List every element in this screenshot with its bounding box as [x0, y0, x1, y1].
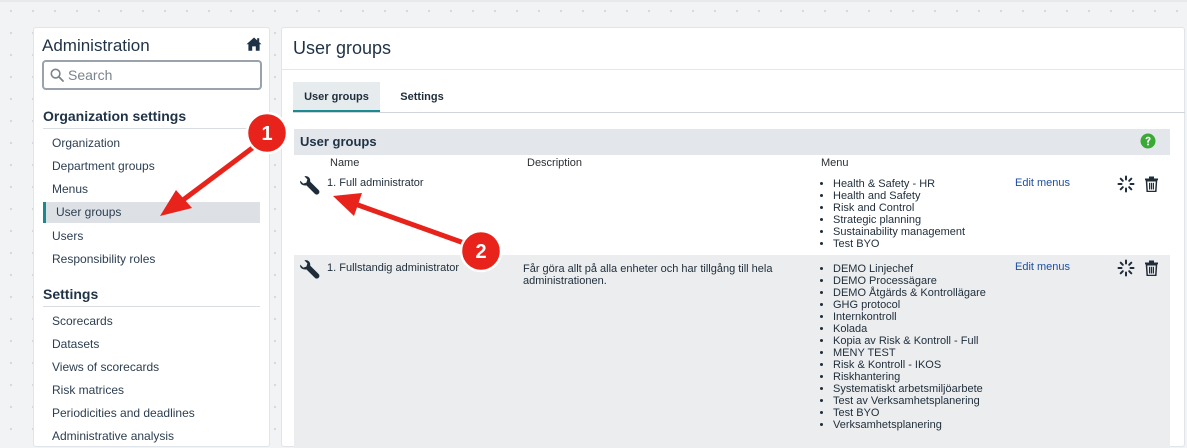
- trash-icon[interactable]: [1144, 260, 1159, 276]
- list-item: Sustainability management: [833, 226, 965, 238]
- list-item: Kolada: [833, 323, 986, 335]
- group-name[interactable]: 1. Full administrator: [327, 177, 424, 189]
- search-icon: [50, 68, 64, 82]
- sidebar-item-menus[interactable]: Menus: [43, 179, 260, 200]
- column-header-menu: Menu: [821, 157, 849, 169]
- sidebar-item-risk-matrices[interactable]: Risk matrices: [43, 380, 260, 401]
- section-heading-settings: Settings: [43, 286, 260, 307]
- sidebar-item-organization[interactable]: Organization: [43, 133, 260, 154]
- group-description: Får göra allt på alla enheter och har ti…: [523, 263, 773, 287]
- sidebar-item-user-groups[interactable]: User groups: [43, 202, 260, 223]
- spinner-icon[interactable]: [1117, 175, 1135, 193]
- panel-title: User groups: [300, 134, 377, 149]
- list-item: GHG protocol: [833, 299, 986, 311]
- sidebar-item-views-of-scorecards[interactable]: Views of scorecards: [43, 357, 260, 378]
- search-input[interactable]: [68, 65, 256, 85]
- list-item: Systematiskt arbetsmiljöarbete: [833, 383, 986, 395]
- spinner-icon[interactable]: [1117, 259, 1135, 277]
- list-item: Health & Safety - HR: [833, 178, 965, 190]
- list-item: MENY TEST: [833, 347, 986, 359]
- list-item: Riskhantering: [833, 371, 986, 383]
- menu-list: DEMO Linjechef DEMO Processägare DEMO Åt…: [818, 263, 986, 431]
- user-groups-panel-header: User groups: [294, 129, 1170, 155]
- group-name[interactable]: 1. Fullstandig administrator: [327, 262, 459, 274]
- sidebar-item-responsibility-roles[interactable]: Responsibility roles: [43, 249, 260, 270]
- menu-list: Health & Safety - HR Health and Safety R…: [818, 178, 965, 250]
- sidebar-item-department-groups[interactable]: Department groups: [43, 156, 260, 177]
- admin-sidebar: Administration Organization settings Org…: [33, 27, 270, 447]
- list-item: DEMO Linjechef: [833, 263, 986, 275]
- sidebar-item-administrative-analysis[interactable]: Administrative analysis: [43, 426, 260, 447]
- list-item: Risk & Kontroll - IKOS: [833, 359, 986, 371]
- list-item: Test av Verksamhetsplanering: [833, 395, 986, 407]
- list-item: DEMO Processägare: [833, 275, 986, 287]
- tab-bar: User groups Settings: [293, 82, 1185, 113]
- page-title: User groups: [293, 38, 392, 58]
- tab-user-groups[interactable]: User groups: [293, 82, 380, 112]
- sidebar-item-periodicities[interactable]: Periodicities and deadlines: [43, 403, 260, 424]
- home-icon[interactable]: [246, 36, 262, 52]
- main-panel: User groups User groups Settings User gr…: [281, 27, 1185, 448]
- title-divider: [282, 69, 1184, 70]
- list-item: Internkontroll: [833, 311, 986, 323]
- tab-settings[interactable]: Settings: [389, 82, 455, 112]
- list-item: Verksamhetsplanering: [833, 419, 986, 431]
- wrench-icon[interactable]: [298, 175, 320, 197]
- search-box[interactable]: [42, 60, 262, 90]
- edit-menus-link[interactable]: Edit menus: [1015, 177, 1070, 189]
- help-icon[interactable]: [1140, 133, 1156, 149]
- wrench-icon[interactable]: [298, 259, 320, 281]
- column-header-name: Name: [330, 157, 360, 169]
- table-row: 1. Fullstandig administrator Får göra al…: [294, 255, 1170, 448]
- sidebar-item-scorecards[interactable]: Scorecards: [43, 311, 260, 332]
- list-item: Risk and Control: [833, 202, 965, 214]
- edit-menus-link[interactable]: Edit menus: [1015, 261, 1070, 273]
- trash-icon[interactable]: [1144, 176, 1159, 192]
- list-item: Strategic planning: [833, 214, 965, 226]
- sidebar-title: Administration: [42, 36, 150, 55]
- list-item: Kopia av Risk & Kontroll - Full: [833, 335, 986, 347]
- list-item: Health and Safety: [833, 190, 965, 202]
- sidebar-item-datasets[interactable]: Datasets: [43, 334, 260, 355]
- list-item: Test BYO: [833, 407, 986, 419]
- top-band: [0, 0, 1187, 2]
- list-item: DEMO Åtgärds & Kontrollägare: [833, 287, 986, 299]
- column-header-description: Description: [527, 157, 583, 169]
- section-heading-organization: Organization settings: [43, 108, 260, 129]
- sidebar-item-users[interactable]: Users: [43, 226, 260, 247]
- table-row: 1. Full administrator Health & Safety - …: [294, 171, 1170, 252]
- list-item: Test BYO: [833, 238, 965, 250]
